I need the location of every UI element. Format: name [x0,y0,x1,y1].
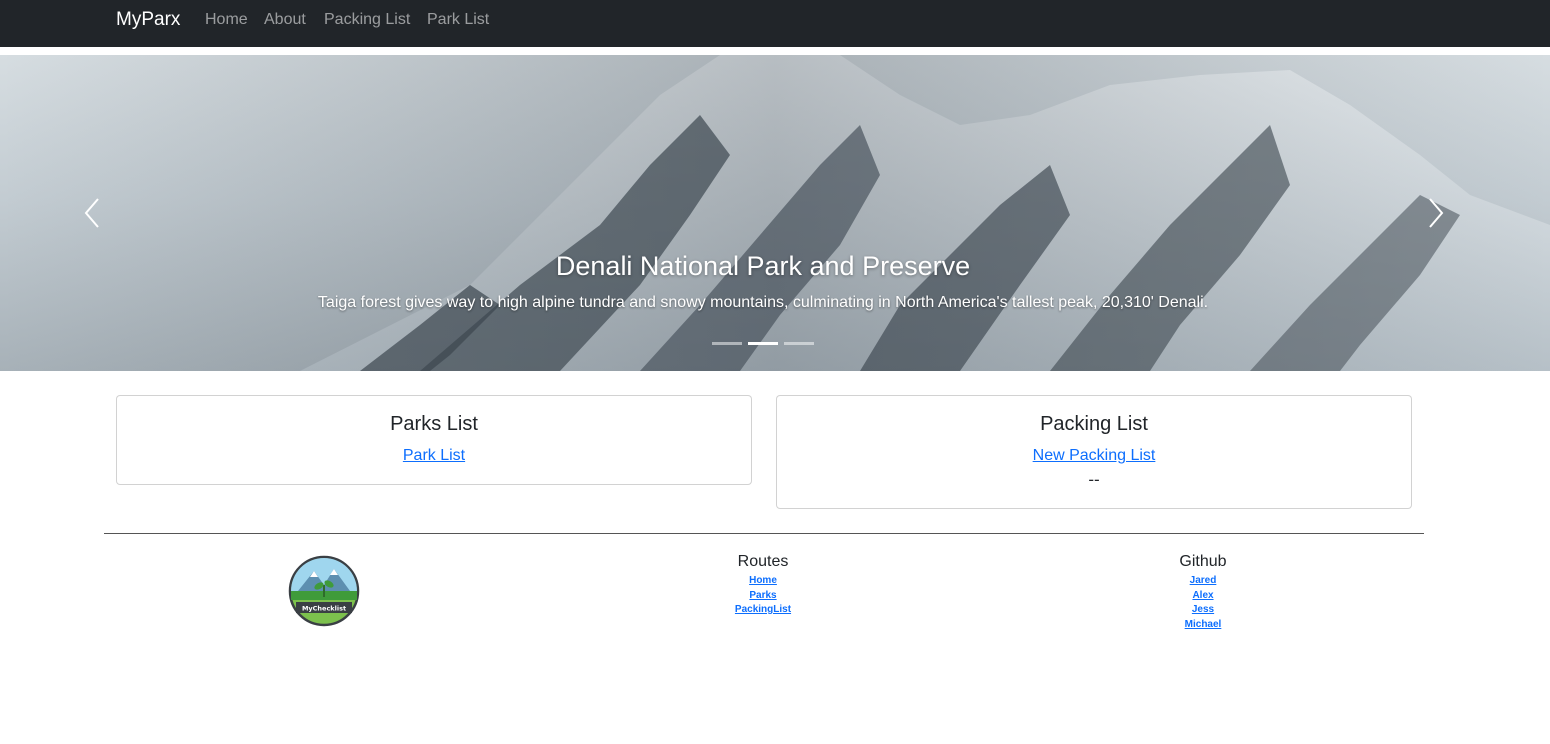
parks-list-card: Parks List Park List [116,395,752,485]
footer-routes: Routes Home Parks PackingList [663,553,863,618]
new-packing-list-link[interactable]: New Packing List [777,447,1411,465]
carousel-prev-button[interactable] [78,195,108,231]
github-heading: Github [1179,553,1227,570]
github-link-jared[interactable]: Jared [1103,574,1303,589]
carousel-caption-title: Denali National Park and Preserve [555,251,971,281]
brand-link[interactable]: MyParx [116,9,180,31]
packing-list-empty: -- [1088,470,1100,489]
route-link-packinglist[interactable]: PackingList [663,603,863,618]
chevron-right-icon [1429,198,1444,228]
chevron-left-icon [84,198,99,228]
logo-badge-icon: MyChecklist [288,555,360,627]
carousel-indicator-2[interactable] [748,342,778,345]
nav-link-packing-list[interactable]: Packing List [324,11,410,29]
carousel-indicator-3[interactable] [784,342,814,345]
routes-heading: Routes [737,553,789,570]
carousel-indicator-1[interactable] [712,342,742,345]
github-link-michael[interactable]: Michael [1103,618,1303,633]
packing-list-card: Packing List New Packing List -- [776,395,1412,509]
carousel-next-button[interactable] [1420,195,1450,231]
logo-text: MyChecklist [302,605,346,613]
mountain-image [0,55,1550,371]
packing-list-title: Packing List [1040,413,1148,435]
nav-link-park-list[interactable]: Park List [427,11,489,29]
nav-link-about[interactable]: About [264,11,306,29]
carousel-caption-text: Taiga forest gives way to high alpine tu… [317,294,1209,311]
hero-carousel: Denali National Park and Preserve Taiga … [0,55,1550,371]
route-link-parks[interactable]: Parks [663,589,863,604]
github-link-jess[interactable]: Jess [1103,603,1303,618]
navbar: MyParx Home About Packing List Park List [0,0,1550,47]
parks-list-title: Parks List [390,413,478,435]
github-link-alex[interactable]: Alex [1103,589,1303,604]
nav-link-home[interactable]: Home [205,11,248,29]
carousel-indicators [712,342,814,345]
footer-github: Github Jared Alex Jess Michael [1103,553,1303,632]
park-list-link[interactable]: Park List [117,447,751,465]
route-link-home[interactable]: Home [663,574,863,589]
footer-divider [104,533,1424,534]
mychecklist-logo: MyChecklist [288,555,360,627]
